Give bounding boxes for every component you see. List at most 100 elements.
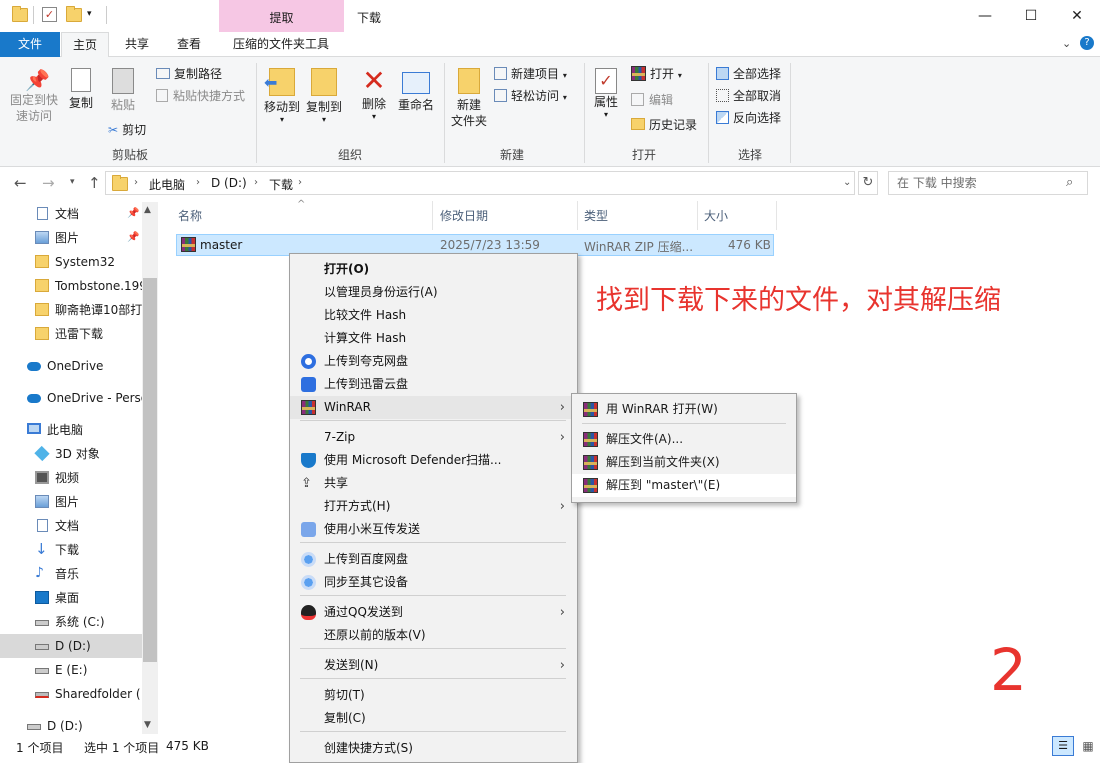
close-button[interactable]: ✕ <box>1054 0 1100 32</box>
context-menu-item[interactable]: 计算文件 Hash <box>290 327 577 350</box>
select-all-button[interactable]: 全部选择 <box>716 66 781 82</box>
context-menu-item[interactable]: 同步至其它设备 <box>290 571 577 594</box>
minimize-button[interactable]: — <box>962 0 1008 32</box>
sidebar-item[interactable]: System32 <box>0 250 142 274</box>
refresh-icon[interactable]: ↻ <box>858 171 878 195</box>
sidebar-item[interactable]: OneDrive <box>0 354 142 378</box>
context-menu-item[interactable]: 使用小米互传发送 <box>290 518 577 541</box>
context-menu-item[interactable]: WinRAR › <box>290 396 577 419</box>
context-menu-item[interactable]: 共享 ⇪ <box>290 472 577 495</box>
context-menu-item[interactable]: 使用 Microsoft Defender扫描... <box>290 449 577 472</box>
chevron-down-icon[interactable]: ⌄ <box>1062 37 1071 50</box>
tab-file[interactable]: 文件 <box>0 32 60 57</box>
pin-icon[interactable]: 📌 <box>127 226 139 250</box>
up-arrow-icon[interactable]: ↑ <box>88 174 101 192</box>
context-menu-item[interactable]: 剪切(T) <box>290 684 577 707</box>
tab-compressed-tools[interactable]: 压缩的文件夹工具 <box>222 32 340 57</box>
details-view-icon[interactable]: ☰ <box>1052 736 1074 756</box>
search-icon[interactable]: ⌕ <box>1066 175 1073 190</box>
sidebar-item[interactable]: ♪ 音乐 <box>0 562 142 586</box>
breadcrumb-downloads[interactable]: 下载 <box>269 176 293 193</box>
context-menu-item[interactable]: 7-Zip › <box>290 426 577 449</box>
pin-quick-access-button[interactable]: 📌 固定到快 速访问 <box>8 68 60 124</box>
properties-qa-icon[interactable]: ✓ <box>42 7 57 22</box>
file-name[interactable]: master <box>200 238 242 252</box>
context-menu-item[interactable]: 上传到夸克网盘 <box>290 350 577 373</box>
recent-locations-icon[interactable]: ▾ <box>70 177 75 187</box>
sidebar-item[interactable]: 迅雷下载 <box>0 322 142 346</box>
address-history-dropdown-icon[interactable]: ⌄ <box>843 177 851 188</box>
context-menu-item[interactable]: 发送到(N) › <box>290 654 577 677</box>
sidebar-item[interactable]: 文档 <box>0 514 142 538</box>
context-tab-extract[interactable]: 提取 <box>219 0 344 33</box>
nav-scroll-thumb[interactable] <box>143 278 157 662</box>
cut-button[interactable]: ✂ 剪切 <box>108 122 146 138</box>
sidebar-item[interactable]: 图片 📌 <box>0 226 142 250</box>
column-header-size[interactable]: 大小 <box>704 207 728 224</box>
sidebar-item[interactable]: 桌面 <box>0 586 142 610</box>
tab-home[interactable]: 主页 <box>61 32 109 58</box>
move-to-button[interactable]: ⬅ 移动到 ▾ <box>262 68 302 124</box>
edit-button[interactable]: 编辑 <box>631 92 673 108</box>
column-header-name[interactable]: 名称 <box>178 207 202 224</box>
winrar-submenu-item[interactable]: 解压到当前文件夹(X) <box>572 451 796 474</box>
properties-button[interactable]: ✓ 属性 ▾ <box>590 68 622 119</box>
new-item-button[interactable]: 新建项目 ▾ <box>494 66 567 84</box>
context-menu-item[interactable]: 上传到百度网盘 <box>290 548 577 571</box>
column-divider[interactable] <box>432 201 433 230</box>
column-header-modified[interactable]: 修改日期 <box>440 207 488 224</box>
open-button[interactable]: 打开 ▾ <box>631 66 682 84</box>
sidebar-item[interactable]: 此电脑 <box>0 418 142 442</box>
context-menu-item[interactable]: 创建快捷方式(S) <box>290 737 577 760</box>
context-menu-item[interactable]: 上传到迅雷云盘 <box>290 373 577 396</box>
sidebar-item[interactable]: 文档 📌 <box>0 202 142 226</box>
copy-button[interactable]: 复制 <box>66 68 96 111</box>
breadcrumb-d-drive[interactable]: D (D:) <box>211 176 247 190</box>
back-arrow-icon[interactable]: ← <box>14 174 27 192</box>
large-icons-view-icon[interactable]: ▦ <box>1078 736 1098 756</box>
copy-path-button[interactable]: 复制路径 <box>156 66 222 82</box>
breadcrumb-this-pc[interactable]: 此电脑 <box>149 176 185 193</box>
invert-selection-button[interactable]: 反向选择 <box>716 110 781 126</box>
easy-access-button[interactable]: 轻松访问 ▾ <box>494 88 567 106</box>
delete-button[interactable]: ✕ 删除 ▾ <box>358 66 390 122</box>
pin-icon[interactable]: 📌 <box>127 202 139 226</box>
rename-button[interactable]: 重命名 <box>396 68 436 113</box>
scroll-down-icon[interactable]: ▼ <box>144 720 151 730</box>
context-menu-item[interactable]: 通过QQ发送到 › <box>290 601 577 624</box>
sidebar-item[interactable]: Sharedfolder ( <box>0 682 142 706</box>
sidebar-item[interactable]: D (D:) <box>0 634 142 658</box>
winrar-submenu-item[interactable]: 用 WinRAR 打开(W) <box>572 398 796 421</box>
sidebar-item[interactable]: Tombstone.199 <box>0 274 142 298</box>
sidebar-item[interactable]: 视频 <box>0 466 142 490</box>
scroll-up-icon[interactable]: ▲ <box>144 205 151 215</box>
context-menu-item[interactable]: 比较文件 Hash <box>290 304 577 327</box>
sidebar-item[interactable]: 3D 对象 <box>0 442 142 466</box>
winrar-submenu-item[interactable]: 解压到 "master\"(E) <box>572 474 796 497</box>
maximize-button[interactable]: ☐ <box>1008 0 1054 32</box>
tab-view[interactable]: 查看 <box>165 32 213 57</box>
new-folder-button[interactable]: 新建 文件夹 <box>448 68 490 129</box>
context-menu-item[interactable]: 还原以前的版本(V) <box>290 624 577 647</box>
select-none-button[interactable]: 全部取消 <box>716 88 781 104</box>
paste-button[interactable]: 粘贴 <box>108 68 138 113</box>
sidebar-item[interactable]: 系统 (C:) <box>0 610 142 634</box>
sidebar-item[interactable]: 图片 <box>0 490 142 514</box>
context-menu-item[interactable]: 打开(O) <box>290 258 577 281</box>
column-header-type[interactable]: 类型 <box>584 207 608 224</box>
context-menu-item[interactable]: 以管理员身份运行(A) <box>290 281 577 304</box>
tab-share[interactable]: 共享 <box>113 32 161 57</box>
new-folder-qa-icon[interactable] <box>66 6 82 22</box>
column-divider[interactable] <box>776 201 777 230</box>
context-menu-item[interactable]: 打开方式(H) › <box>290 495 577 518</box>
column-divider[interactable] <box>697 201 698 230</box>
copy-to-button[interactable]: 复制到 ▾ <box>304 68 344 124</box>
help-icon[interactable]: ? <box>1080 36 1094 50</box>
sidebar-item[interactable]: ↓ 下载 <box>0 538 142 562</box>
customize-qa-icon[interactable]: ▾ <box>87 9 92 19</box>
search-input[interactable]: 在 下载 中搜索 <box>888 171 1088 195</box>
sidebar-item[interactable]: E (E:) <box>0 658 142 682</box>
sidebar-item[interactable]: 聊斋艳谭10部打 <box>0 298 142 322</box>
sidebar-item[interactable]: OneDrive - Perso <box>0 386 142 410</box>
context-menu-item[interactable]: 复制(C) <box>290 707 577 730</box>
